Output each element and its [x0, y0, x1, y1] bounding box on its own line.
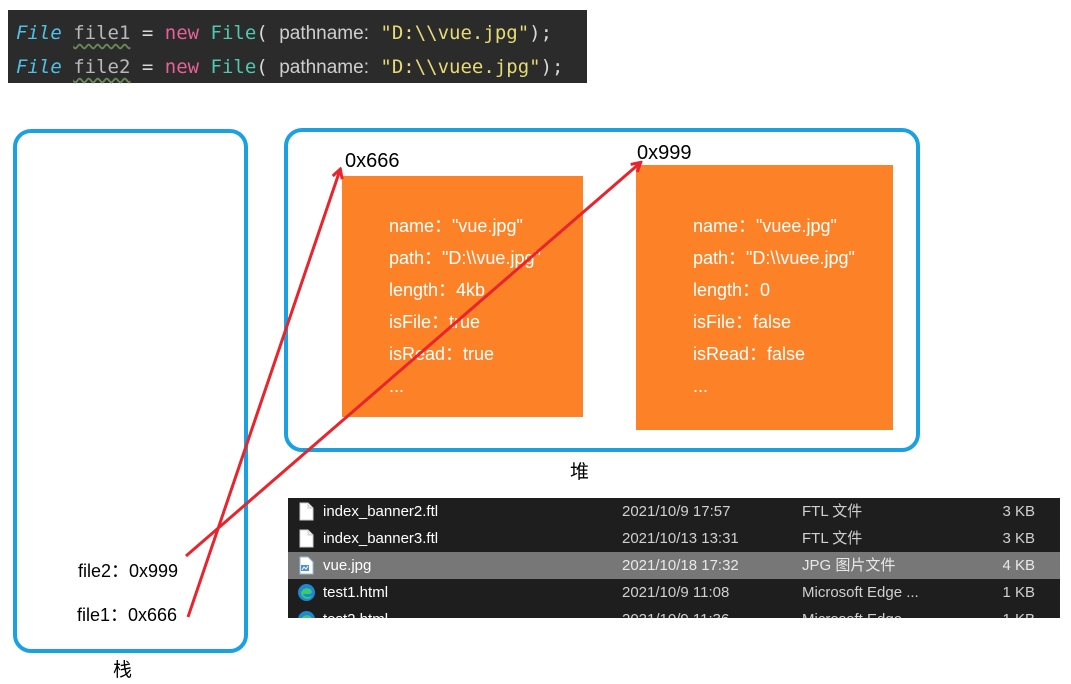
file-row[interactable]: test1.html 2021/10/9 11:08 Microsoft Edg… — [288, 579, 1060, 606]
file-type: FTL 文件 — [802, 503, 863, 520]
file-row-selected[interactable]: vue.jpg 2021/10/18 17:32 JPG 图片文件 4 KB — [288, 552, 1060, 579]
file-name: index_banner3.ftl — [323, 530, 439, 547]
file-type: FTL 文件 — [802, 530, 863, 547]
file-name: test1.html — [323, 584, 389, 601]
file-date: 2021/10/13 13:31 — [622, 530, 739, 547]
file-list: index_banner2.ftl 2021/10/9 17:57 FTL 文件… — [288, 498, 1060, 618]
file-row[interactable]: index_banner2.ftl 2021/10/9 17:57 FTL 文件… — [288, 498, 1060, 525]
file-type: JPG 图片文件 — [802, 557, 896, 574]
document-icon — [299, 529, 314, 548]
file-name: index_banner2.ftl — [323, 503, 439, 520]
file-name: test2.html — [323, 606, 388, 618]
file-size: 1 KB — [1002, 606, 1035, 618]
file-name: vue.jpg — [323, 557, 372, 574]
image-file-icon — [299, 556, 314, 575]
edge-icon — [298, 584, 315, 601]
file-type: Microsoft Edge ... — [802, 584, 919, 601]
file-row[interactable]: test2.html 2021/10/9 11:36 Microsoft Edg… — [288, 606, 1060, 618]
file-size: 3 KB — [1002, 503, 1035, 520]
file-size: 1 KB — [1002, 584, 1035, 601]
file-size: 4 KB — [1002, 557, 1035, 574]
file-date: 2021/10/18 17:32 — [622, 557, 739, 574]
file-date: 2021/10/9 11:08 — [622, 584, 730, 601]
file-size: 3 KB — [1002, 530, 1035, 547]
file-row[interactable]: index_banner3.ftl 2021/10/13 13:31 FTL 文… — [288, 525, 1060, 552]
edge-icon — [298, 611, 315, 618]
file-date: 2021/10/9 11:36 — [622, 606, 729, 618]
file-date: 2021/10/9 17:57 — [622, 503, 731, 520]
file-type: Microsoft Edge ... — [802, 606, 919, 618]
document-icon — [299, 502, 314, 521]
